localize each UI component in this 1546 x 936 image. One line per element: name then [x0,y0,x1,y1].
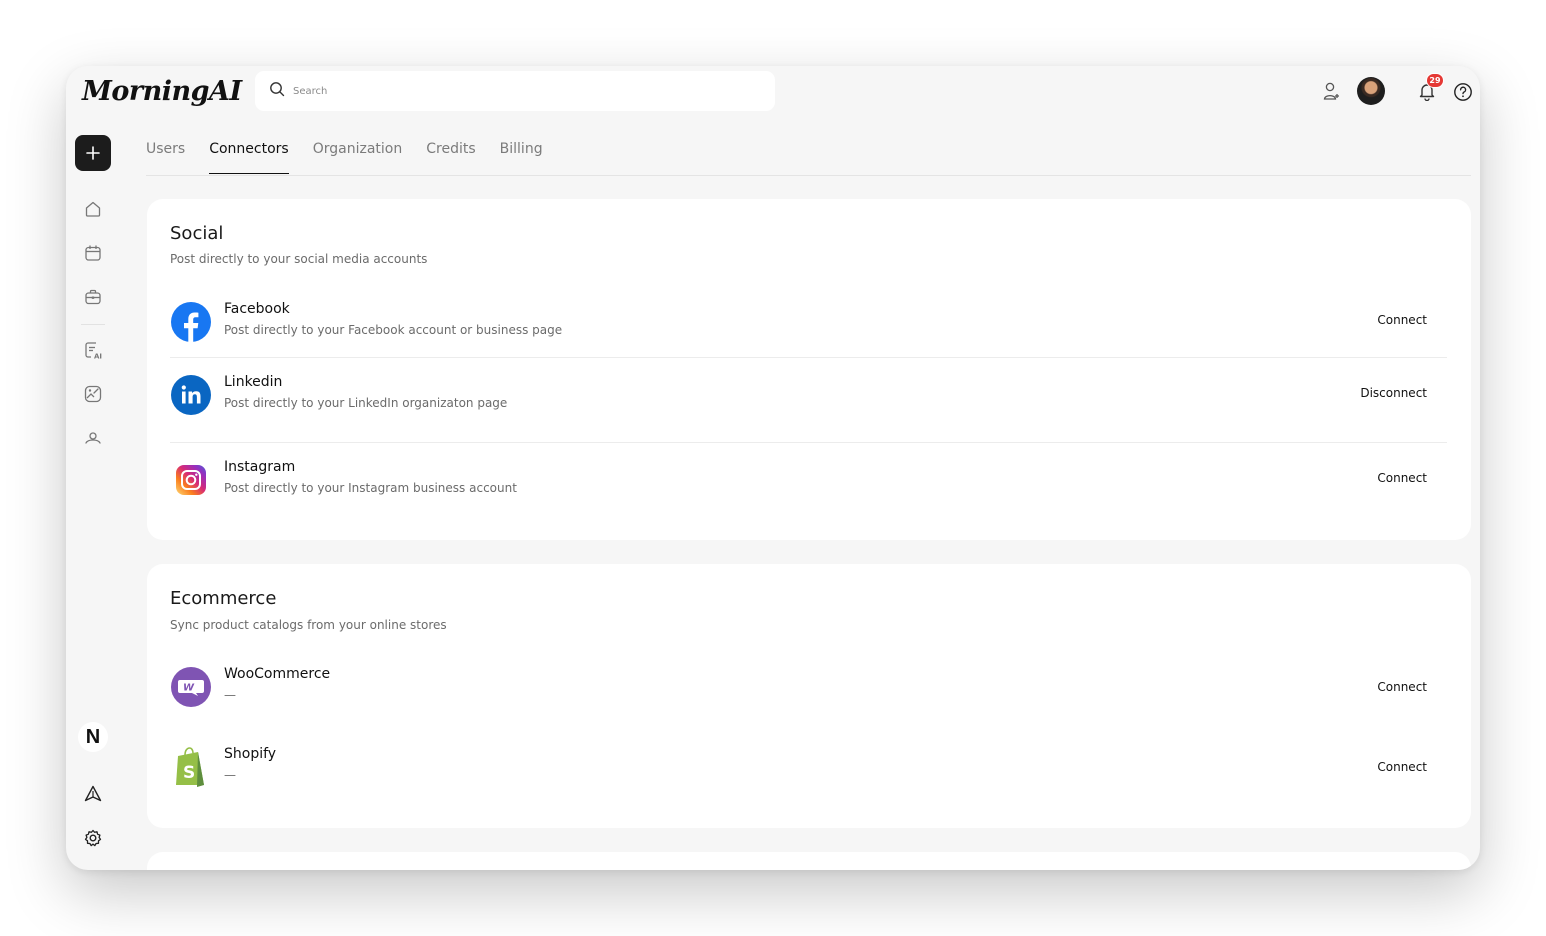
connector-row-facebook: Facebook Post directly to your Facebook … [170,301,1447,361]
settings-tabs: Users Connectors Organization Credits Bi… [146,136,543,176]
tab-credits[interactable]: Credits [426,136,475,174]
tab-billing[interactable]: Billing [500,136,543,174]
app-window: MorningAI 29 AI N [66,66,1480,870]
image-edit-icon[interactable] [75,376,111,412]
workspace-avatar[interactable]: N [78,722,108,752]
ai-document-icon[interactable]: AI [75,332,111,368]
section-title: Ecommerce [170,588,277,609]
connector-name: Shopify [224,746,277,762]
search-input[interactable] [293,85,733,97]
search-icon [269,81,285,101]
persona-icon[interactable] [75,420,111,456]
home-icon[interactable] [75,191,111,227]
social-connectors-card: Social Post directly to your social medi… [147,199,1471,540]
connect-button[interactable]: Connect [1377,471,1427,485]
row-divider [170,357,1447,358]
next-connectors-card [147,852,1471,870]
svg-text:AI: AI [94,353,102,361]
connect-button[interactable]: Connect [1377,313,1427,327]
disconnect-button[interactable]: Disconnect [1360,386,1427,400]
connector-name: WooCommerce [224,666,331,682]
connector-description: Post directly to your LinkedIn organizat… [224,396,508,410]
create-new-button[interactable] [75,135,111,171]
section-title: Social [170,223,224,244]
user-avatar[interactable] [1357,77,1385,105]
connector-description: — [224,688,236,702]
sidebar-divider [81,324,105,325]
connector-row-linkedin: Linkedin Post directly to your LinkedIn … [170,374,1447,434]
tab-connectors[interactable]: Connectors [209,136,289,174]
svg-text:W: W [183,683,195,694]
connector-row-shopify: S Shopify — Connect [170,746,1447,806]
connect-button[interactable]: Connect [1377,760,1427,774]
row-divider [170,442,1447,443]
settings-gear-icon[interactable] [75,820,111,856]
tab-users[interactable]: Users [146,136,185,174]
connector-description: Post directly to your Facebook account o… [224,323,563,337]
connector-description: — [224,768,236,782]
section-subtitle: Sync product catalogs from your online s… [170,618,447,632]
tabs-divider [146,175,1471,176]
plus-icon [86,146,100,160]
connector-description: Post directly to your Instagram business… [224,481,517,495]
send-icon[interactable] [75,776,111,812]
briefcase-icon[interactable] [75,279,111,315]
ecommerce-connectors-card: Ecommerce Sync product catalogs from you… [147,564,1471,828]
tab-organization[interactable]: Organization [313,136,403,174]
connector-name: Instagram [224,459,296,475]
connector-name: Linkedin [224,374,283,390]
svg-text:S: S [183,763,195,783]
connect-button[interactable]: Connect [1377,680,1427,694]
facebook-icon [170,301,212,343]
connector-row-woocommerce: W WooCommerce — Connect [170,666,1447,726]
search-bar[interactable] [255,71,775,111]
add-user-icon[interactable] [1320,80,1342,102]
instagram-icon [170,459,212,501]
woocommerce-icon: W [170,666,212,708]
notification-badge: 29 [1426,73,1444,88]
app-logo[interactable]: MorningAI [82,72,242,112]
help-icon[interactable] [1452,81,1474,103]
connector-row-instagram: Instagram Post directly to your Instagra… [170,459,1447,519]
shopify-icon: S [170,746,212,788]
section-subtitle: Post directly to your social media accou… [170,252,428,266]
connector-name: Facebook [224,301,290,317]
calendar-icon[interactable] [75,235,111,271]
linkedin-icon [170,374,212,416]
